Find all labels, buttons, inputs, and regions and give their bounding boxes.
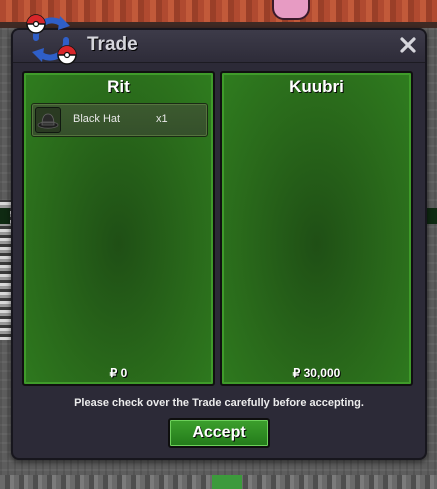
trade-panel-rit: Rit Black Hat x1 ₽ 0 — [22, 71, 215, 386]
window-title: Trade — [87, 34, 138, 55]
item-quantity: x1 — [156, 113, 168, 125]
close-icon — [400, 37, 416, 53]
item-name: Black Hat — [73, 113, 121, 125]
money-offer-right: ₽ 30,000 — [292, 366, 341, 380]
black-hat-icon — [37, 113, 59, 129]
trade-item-row[interactable]: Black Hat x1 — [31, 103, 208, 137]
world-nameplate-left — [0, 208, 10, 224]
trade-window: Trade Rit Black Hat x1 ₽ 0 Kuubri ₽ 30,0… — [11, 14, 427, 460]
world-nameplate-right — [427, 208, 437, 224]
trader-name-left: Rit — [107, 77, 130, 96]
money-offer-left: ₽ 0 — [109, 366, 128, 380]
trade-panel-kuubri: Kuubri ₽ 30,000 — [220, 71, 413, 386]
close-button[interactable] — [397, 34, 419, 56]
trader-name-right: Kuubri — [289, 77, 344, 96]
item-icon-slot — [35, 107, 61, 133]
trade-warning-text: Please check over the Trade carefully be… — [74, 397, 364, 409]
accept-button[interactable]: Accept — [168, 418, 270, 448]
world-bush-sprite — [212, 475, 242, 489]
world-character-sprite — [272, 0, 310, 20]
trade-exchange-icon — [26, 14, 77, 65]
